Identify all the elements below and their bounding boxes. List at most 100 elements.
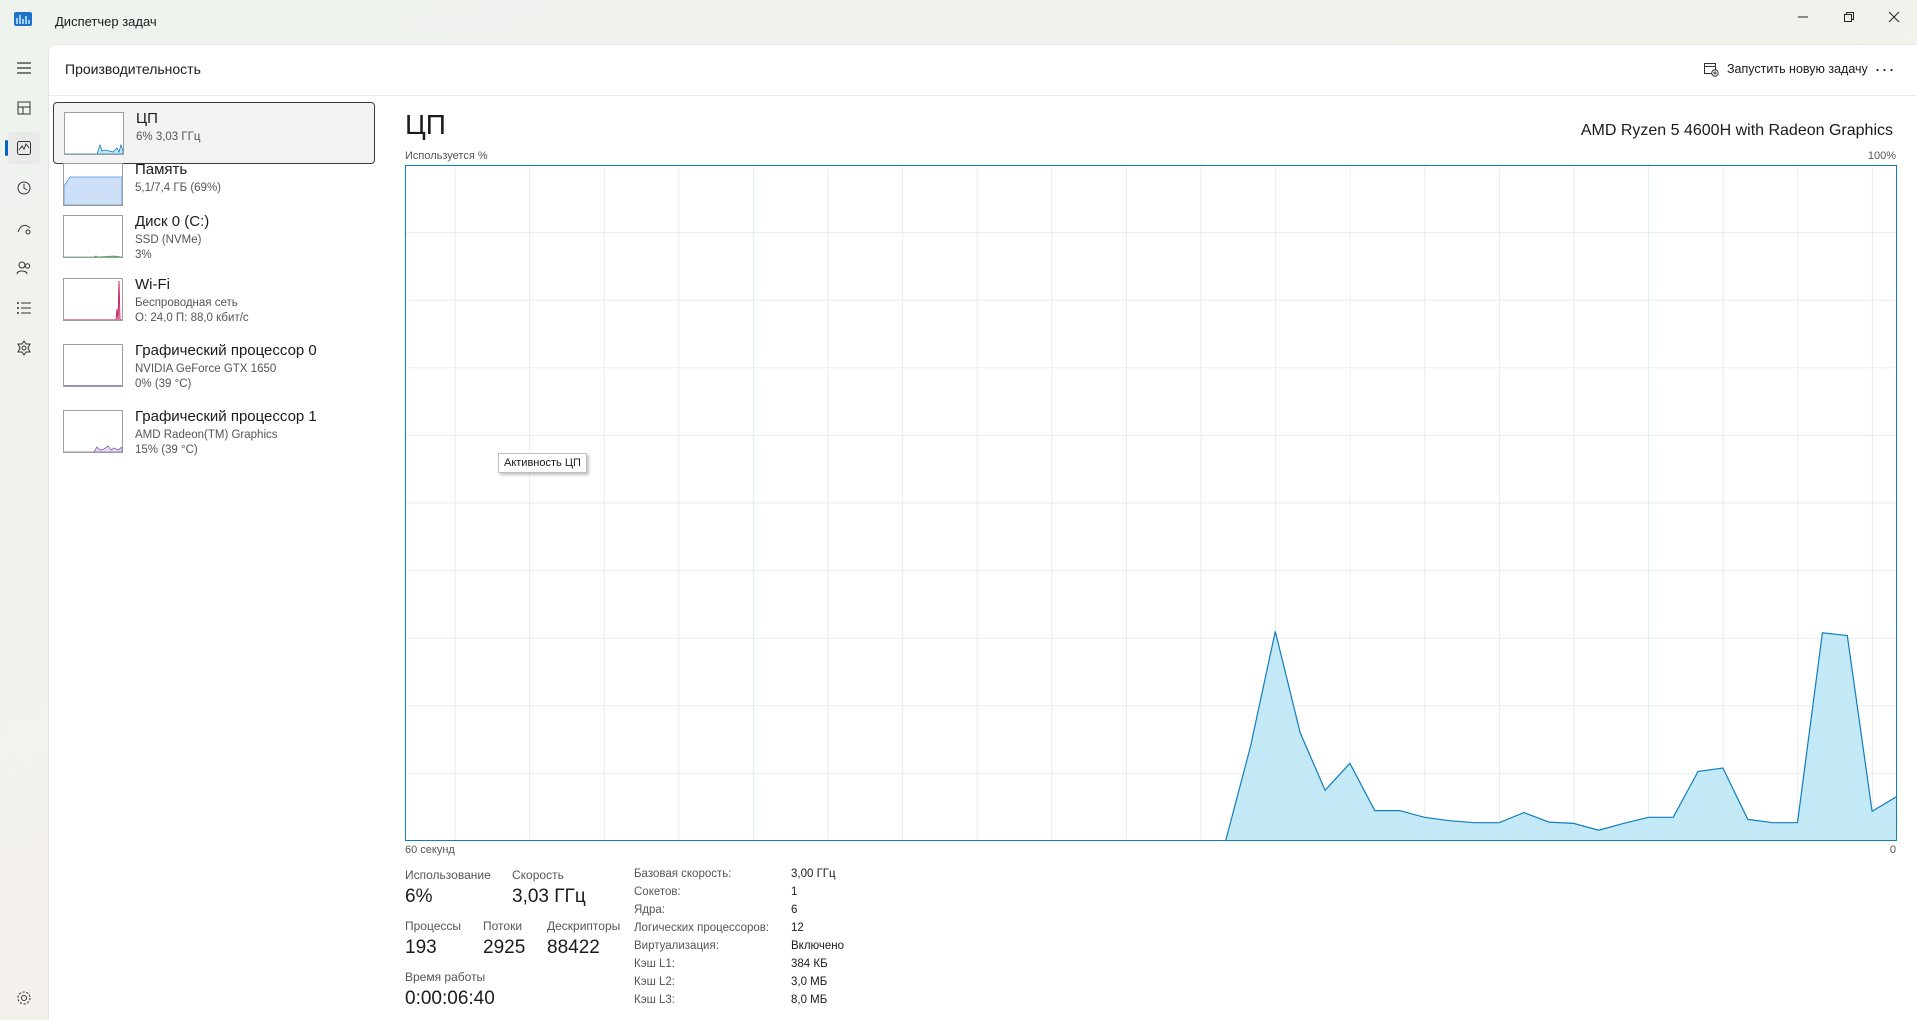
device-detail: Беспроводная сеть	[135, 297, 238, 309]
performance-icon	[17, 141, 31, 155]
gpu0-thumbnail-graph	[63, 344, 123, 387]
more-options-button[interactable]: ···	[1869, 55, 1901, 83]
hamburger-menu-button[interactable]	[8, 52, 40, 84]
spec-key: Сокетов:	[634, 886, 681, 898]
hamburger-icon	[17, 62, 31, 74]
spec-value: Включено	[791, 940, 845, 952]
task-manager-app-icon	[14, 12, 32, 26]
stat-label: Процессы	[405, 919, 462, 933]
spec-key: Кэш L1:	[634, 958, 675, 970]
startup-apps-icon	[17, 224, 31, 235]
spec-value: 1	[791, 886, 798, 898]
device-name: Wi-Fi	[135, 276, 170, 293]
stat-label: Использование	[405, 868, 491, 882]
stat-handles: Дескрипторы 88422	[547, 919, 620, 959]
nav-processes[interactable]	[8, 92, 40, 124]
spec-key: Виртуализация:	[634, 940, 719, 952]
stat-label: Дескрипторы	[547, 919, 621, 933]
navigation-rail	[0, 44, 48, 1019]
device-detail-2: 15% (39 °C)	[135, 444, 198, 456]
stat-uptime: Время работы 0:00:06:40	[405, 970, 495, 1010]
stat-value: 6%	[405, 886, 433, 907]
cpu-model: AMD Ryzen 5 4600H with Radeon Graphics	[1580, 122, 1893, 139]
stat-value: 3,03 ГГц	[512, 886, 586, 907]
spec-key: Кэш L3:	[634, 994, 675, 1006]
nav-startup-apps[interactable]	[8, 212, 40, 244]
stat-speed: Скорость 3,03 ГГц	[512, 868, 586, 908]
stat-label: Скорость	[512, 868, 564, 882]
device-detail: AMD Radeon(TM) Graphics	[135, 429, 278, 441]
device-item-gpu1[interactable]: Графический процессор 1 AMD Radeon(TM) G…	[53, 401, 373, 461]
x-axis-left-label: 60 секунд	[405, 844, 455, 856]
device-name: Графический процессор 1	[135, 408, 317, 425]
stat-value: 0:00:06:40	[405, 988, 495, 1009]
minimize-icon	[1798, 16, 1808, 18]
stat-value: 2925	[483, 937, 526, 958]
run-new-task-label: Запустить новую задачу	[1727, 62, 1868, 76]
stat-value: 193	[405, 937, 437, 958]
stat-label: Потоки	[483, 919, 523, 933]
spec-key: Кэш L2:	[634, 976, 675, 988]
stat-value: 88422	[547, 937, 600, 958]
spec-key: Логических процессоров:	[634, 922, 770, 934]
close-button[interactable]	[1871, 4, 1917, 30]
app-history-icon	[17, 181, 31, 195]
y-axis-max-label: 100%	[1867, 150, 1896, 162]
device-item-disk[interactable]: Диск 0 (C:) SSD (NVMe) 3%	[53, 206, 373, 266]
nav-details[interactable]	[8, 292, 40, 324]
device-item-wifi[interactable]: Wi-Fi Беспроводная сеть О: 24,0 П: 88,0 …	[53, 269, 373, 329]
restore-icon	[1844, 12, 1854, 22]
device-name: Диск 0 (C:)	[135, 213, 210, 230]
spec-value: 12	[791, 922, 804, 934]
nav-users[interactable]	[8, 252, 40, 284]
cpu-title: ЦП	[405, 109, 446, 140]
device-item-memory[interactable]: Память 5,1/7,4 ГБ (69%)	[53, 154, 373, 214]
main-panel: Производительность Запустить новую задач…	[48, 44, 1917, 1020]
wifi-thumbnail-graph	[63, 278, 123, 321]
device-detail-2: 3%	[135, 249, 152, 261]
stat-label: Время работы	[405, 970, 486, 984]
cpu-thumbnail-graph	[64, 112, 124, 155]
device-detail: 5,1/7,4 ГБ (69%)	[135, 182, 222, 194]
cpu-activity-tooltip: Активность ЦП	[498, 453, 587, 473]
memory-thumbnail-graph	[63, 163, 123, 206]
run-new-task-button[interactable]: Запустить новую задачу	[1695, 55, 1876, 83]
spec-value: 6	[791, 904, 798, 916]
details-icon	[17, 302, 31, 314]
device-detail-2: 0% (39 °C)	[135, 378, 192, 390]
device-detail: NVIDIA GeForce GTX 1650	[135, 363, 277, 375]
device-name: Графический процессор 0	[135, 342, 317, 359]
spec-key: Ядра:	[634, 904, 666, 916]
spec-value: 3,0 МБ	[791, 976, 828, 988]
users-icon	[16, 261, 31, 275]
device-name: Память	[135, 161, 188, 178]
minimize-button[interactable]	[1780, 4, 1826, 30]
settings-icon	[17, 991, 31, 1005]
title-bar: Диспетчер задач	[0, 0, 1917, 44]
device-item-gpu0[interactable]: Графический процессор 0 NVIDIA GeForce G…	[53, 335, 373, 395]
spec-value: 384 КБ	[791, 958, 828, 970]
maximize-button[interactable]	[1826, 4, 1872, 30]
close-icon	[1888, 11, 1900, 23]
services-icon	[17, 340, 31, 356]
run-task-icon	[1704, 63, 1719, 77]
spec-value: 3,00 ГГц	[791, 868, 836, 880]
nav-performance[interactable]	[5, 132, 40, 164]
nav-settings[interactable]	[8, 982, 40, 1014]
processes-icon	[17, 101, 31, 115]
x-axis-right-label: 0	[1889, 844, 1896, 856]
device-detail: SSD (NVMe)	[135, 234, 202, 246]
cpu-usage-graph	[405, 165, 1897, 841]
disk-thumbnail-graph	[63, 215, 123, 258]
stat-processes: Процессы 193	[405, 919, 461, 959]
window-title: Диспетчер задач	[55, 14, 157, 29]
stat-threads: Потоки 2925	[483, 919, 525, 959]
nav-app-history[interactable]	[8, 172, 40, 204]
device-detail: 6% 3,03 ГГц	[136, 131, 201, 143]
page-title: Производительность	[65, 61, 201, 77]
device-name: ЦП	[136, 110, 158, 127]
nav-services[interactable]	[8, 332, 40, 364]
spec-value: 8,0 МБ	[791, 994, 828, 1006]
spec-key: Базовая скорость:	[634, 868, 732, 880]
stat-usage: Использование 6%	[405, 868, 491, 908]
